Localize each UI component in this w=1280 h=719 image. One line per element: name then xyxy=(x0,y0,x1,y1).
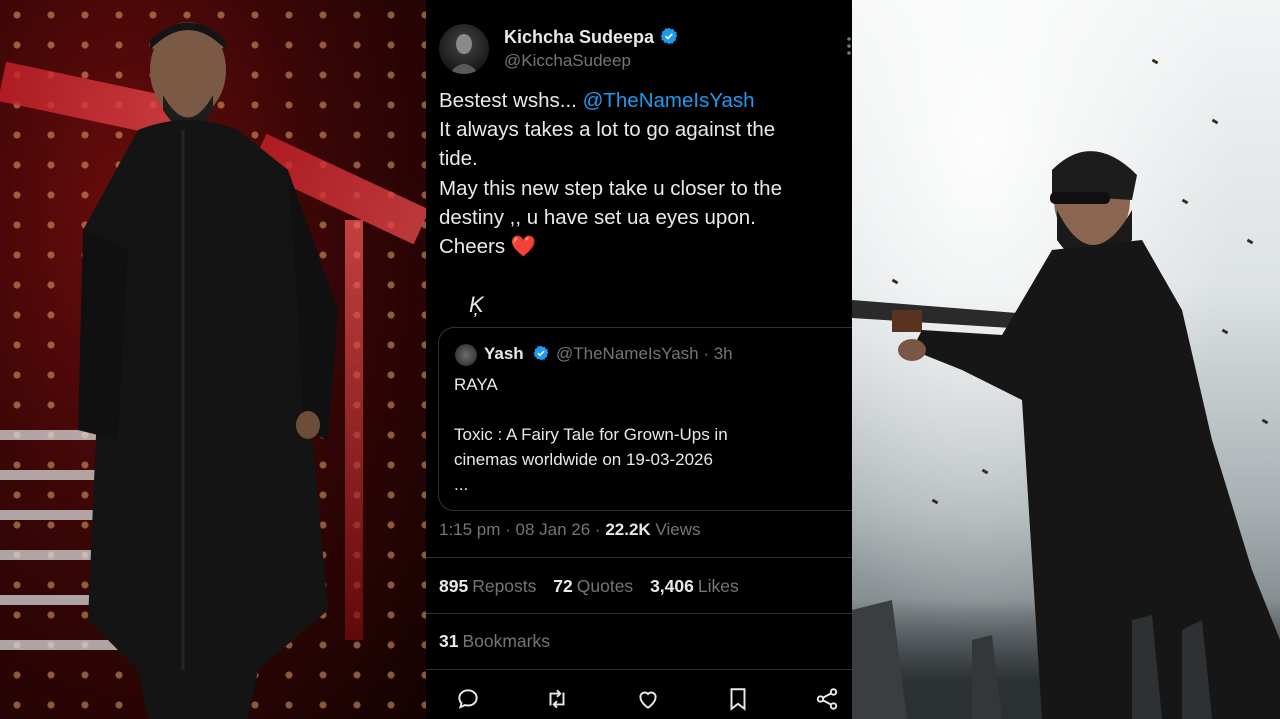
bookmark-icon[interactable] xyxy=(725,686,751,712)
tweet-text-line: destiny ,, u have set ua eyes upon. xyxy=(439,206,756,229)
views-label: Views xyxy=(650,520,701,539)
reposts-label: Reposts xyxy=(472,576,537,596)
verified-badge-icon xyxy=(660,27,678,45)
tweet-card: Kichcha Sudeepa @KicchaSudeep Bestest ws… xyxy=(426,0,870,719)
likes-label: Likes xyxy=(697,576,739,596)
reposts-stat[interactable]: 895 Reposts xyxy=(439,576,536,596)
tweet-text-line: May this new step take u closer to the xyxy=(439,177,782,200)
tweet-text-line: Bestest wshs... @TheNameIsYash xyxy=(439,89,755,113)
views-count: 22.2K xyxy=(605,520,651,539)
left-photo xyxy=(0,0,426,719)
repost-icon[interactable] xyxy=(544,686,570,712)
heart-emoji: ❤️ xyxy=(510,235,537,258)
tweet-text-line: It always takes a lot to go against the xyxy=(439,118,776,141)
quotes-stat[interactable]: 72 Quotes xyxy=(553,576,633,596)
author-handle[interactable]: @KicchaSudeep xyxy=(504,51,631,71)
reply-icon[interactable] xyxy=(455,686,481,712)
likes-count: 3,406 xyxy=(650,576,694,596)
divider xyxy=(426,613,852,614)
bookmarks-count: 31 xyxy=(439,631,459,651)
divider xyxy=(426,557,852,558)
action-bar xyxy=(426,686,852,714)
like-icon[interactable] xyxy=(635,686,661,712)
timestamp[interactable]: 1:15 pm · 08 Jan 26 · xyxy=(439,520,605,539)
verified-badge-icon xyxy=(533,345,549,361)
mention-link[interactable]: @TheNameIsYash xyxy=(583,89,755,112)
bearded-man-with-gun xyxy=(852,151,1280,719)
tweet-meta: 1:15 pm · 08 Jan 26 · 22.2K Views xyxy=(439,520,700,540)
quoted-text-line: cinemas worldwide on 19-03-2026 xyxy=(454,450,713,469)
quoted-text-line: RAYA xyxy=(454,375,498,394)
reposts-count: 895 xyxy=(439,576,469,596)
tweet-text: Cheers xyxy=(439,235,511,258)
author-name-text: Kichcha Sudeepa xyxy=(504,27,655,47)
profile-photo-icon xyxy=(449,34,479,74)
divider xyxy=(426,669,852,670)
right-poster xyxy=(852,0,1280,719)
signature-glyph: Ķ xyxy=(469,292,484,317)
author-name[interactable]: Kichcha Sudeepa xyxy=(504,27,678,48)
quoted-handle-time[interactable]: @TheNameIsYash · 3h xyxy=(556,344,733,364)
quoted-avatar[interactable] xyxy=(455,344,477,366)
quoted-tweet[interactable]: Yash @TheNameIsYash · 3h RAYA Toxic : A … xyxy=(438,327,870,511)
bookmarks-stat[interactable]: 31 Bookmarks xyxy=(439,631,550,652)
bookmarks-label: Bookmarks xyxy=(462,631,550,651)
man-in-black-kurta xyxy=(78,22,338,719)
share-icon[interactable] xyxy=(814,686,840,712)
engagement-stats: 895 Reposts 72 Quotes 3,406 Likes xyxy=(439,576,751,597)
tweet-text: Bestest wshs... xyxy=(439,89,583,112)
tweet-text-line: Cheers ❤️ xyxy=(439,235,536,259)
likes-stat[interactable]: 3,406 Likes xyxy=(650,576,739,596)
tweet-text-line: tide. xyxy=(439,147,478,170)
avatar[interactable] xyxy=(439,24,489,74)
quoted-author-name[interactable]: Yash xyxy=(484,344,524,364)
quoted-text-line: ... xyxy=(454,475,469,494)
quotes-label: Quotes xyxy=(576,576,634,596)
quoted-text-line: Toxic : A Fairy Tale for Grown-Ups in xyxy=(454,425,728,444)
quotes-count: 72 xyxy=(553,576,573,596)
